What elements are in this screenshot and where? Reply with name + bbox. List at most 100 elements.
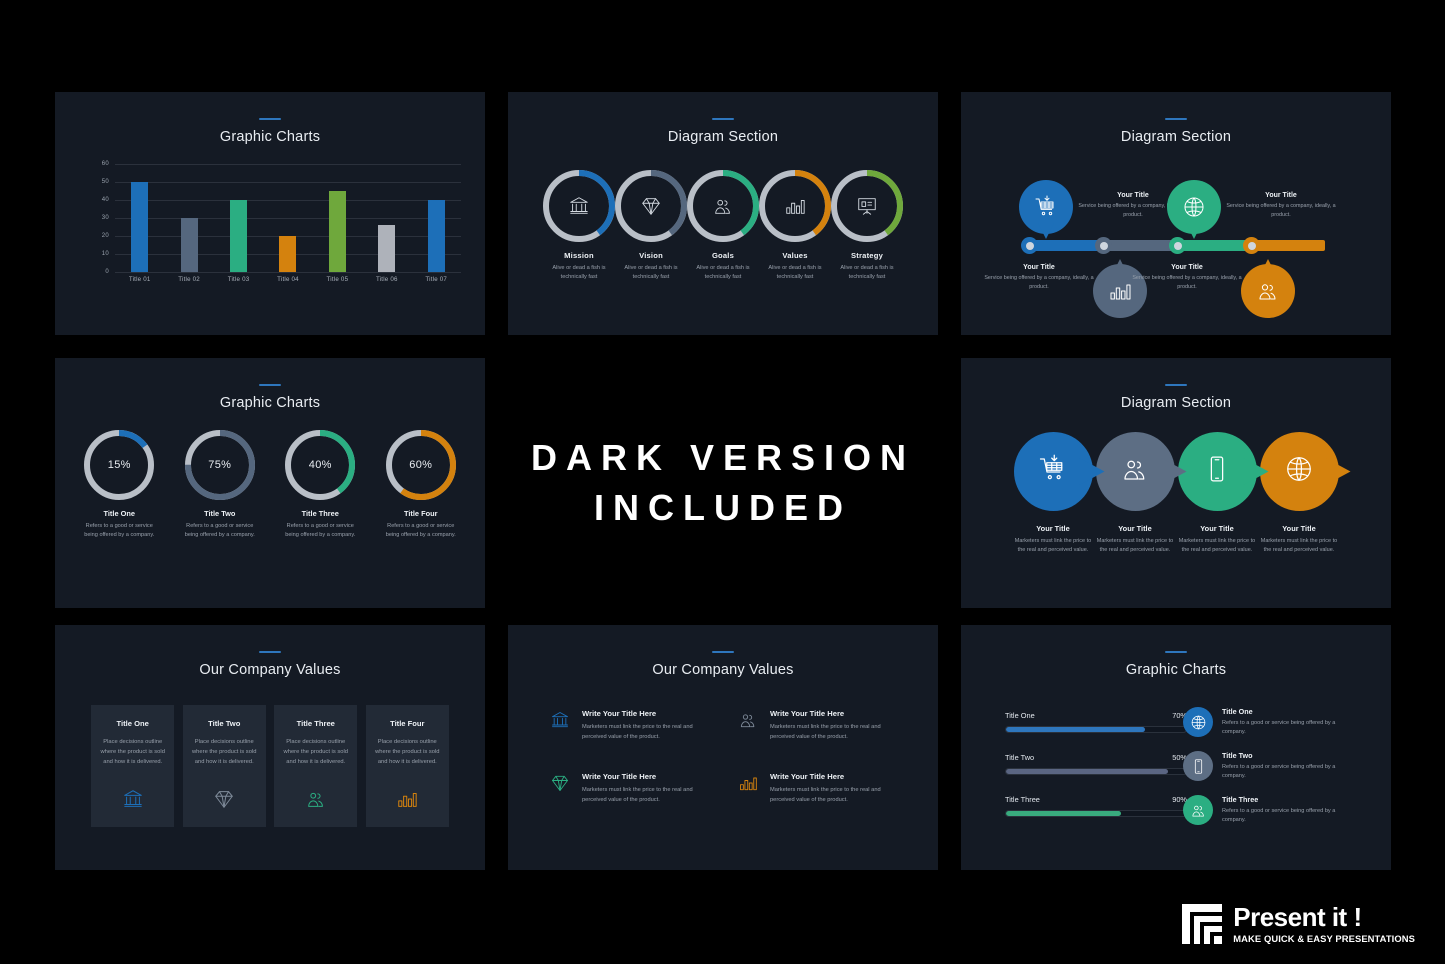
value-card[interactable]: Title Two Place decisions outline where … [182, 705, 266, 827]
progress-track[interactable] [1005, 810, 1187, 817]
timeline-caption: Your Title Service being offered by a co… [1131, 264, 1243, 291]
ring-list: Mission Alive or dead a fish is technica… [508, 170, 938, 281]
bar[interactable] [279, 236, 297, 272]
icon-list-item[interactable]: Title One Refers to a good or service be… [1183, 707, 1359, 737]
accent-rule [1165, 118, 1187, 120]
bar[interactable] [427, 200, 445, 272]
feature-item[interactable]: Write Your Title Here Marketers must lin… [550, 772, 716, 805]
chevron-description: Marketers must link the price to the rea… [1260, 538, 1338, 553]
timeline-balloon[interactable] [1019, 180, 1073, 234]
chevron-shape [1259, 432, 1339, 511]
chevron-item[interactable]: Your Title Marketers must link the price… [1094, 432, 1176, 555]
value-card[interactable]: Title Four Place decisions outline where… [365, 705, 449, 827]
logo-tagline: MAKE QUICK & EASY PRESENTATIONS [1233, 933, 1415, 944]
donut-value: 40% [308, 459, 332, 471]
timeline-node[interactable] [1095, 237, 1112, 254]
brand-logo: Present it ! MAKE QUICK & EASY PRESENTAT… [1180, 902, 1415, 946]
donut-item[interactable]: 40% Title Three Refers to a good or serv… [272, 430, 368, 540]
ring-graphic [543, 170, 615, 242]
donut-item[interactable]: 15% Title One Refers to a good or servic… [71, 430, 167, 540]
bar[interactable] [131, 182, 149, 272]
slide-diagram-rings[interactable]: Diagram Section Mission Alive or dead a … [508, 92, 938, 335]
ring-graphic [687, 170, 759, 242]
list-item-title: Title Three [1222, 795, 1259, 804]
donut-value: 60% [409, 459, 433, 471]
donut-item[interactable]: 60% Title Four Refers to a good or servi… [373, 430, 469, 540]
icon-list-item[interactable]: Title Two Refers to a good or service be… [1183, 751, 1359, 781]
chevron-title: Your Title [1200, 524, 1234, 533]
donut-list: 15% Title One Refers to a good or servic… [69, 430, 471, 540]
bank-icon [550, 709, 572, 735]
y-tick-label: 50 [101, 179, 109, 185]
value-card[interactable]: Title One Place decisions outline where … [91, 705, 175, 827]
progress-item: Title One 70% [1005, 711, 1187, 733]
timeline-balloon[interactable] [1241, 264, 1295, 318]
donut-item[interactable]: 75% Title Two Refers to a good or servic… [172, 430, 268, 540]
bar[interactable] [230, 200, 248, 272]
chevron-shape [1095, 432, 1175, 511]
y-tick-label: 0 [105, 269, 109, 275]
slide-graphic-charts-donuts[interactable]: Graphic Charts 15% Title One Refers to a… [55, 358, 485, 608]
timeline-description: Service being offered by a company, idea… [1226, 203, 1336, 218]
feature-title: Write Your Title Here [770, 709, 845, 718]
list-item-description: Refers to a good or service being offere… [1222, 808, 1336, 823]
timeline-title: Your Title [1023, 264, 1055, 271]
slide-header: Graphic Charts [55, 358, 485, 411]
grid-line [115, 272, 461, 273]
slide-company-values-cards[interactable]: Our Company Values Title One Place decis… [55, 625, 485, 870]
bar-chart: 60 50 40 30 20 10 0 Title 01 Title 02 Title 03 Ti… [85, 161, 461, 313]
timeline-balloon[interactable] [1167, 180, 1221, 234]
y-tick-label: 60 [101, 161, 109, 167]
accent-rule [1165, 651, 1187, 653]
diamond-icon [213, 776, 235, 815]
bar[interactable] [328, 191, 346, 272]
bar[interactable] [180, 218, 198, 272]
progress-track[interactable] [1005, 768, 1187, 775]
chevron-item[interactable]: Your Title Marketers must link the price… [1258, 432, 1340, 555]
y-tick-label: 20 [101, 233, 109, 239]
chevron-title: Your Title [1036, 524, 1070, 533]
progress-item: Title Two 50% [1005, 753, 1187, 775]
timeline-description: Service being offered by a company, idea… [1132, 275, 1242, 290]
feature-item[interactable]: Write Your Title Here Marketers must lin… [550, 709, 716, 742]
feature-list: Write Your Title Here Marketers must lin… [550, 709, 904, 806]
slide-company-values-features[interactable]: Our Company Values Write Your Title Here… [508, 625, 938, 870]
timeline-caption: Your Title Service being offered by a co… [983, 264, 1095, 291]
ring-description: Alive or dead a fish is technically fast [552, 265, 606, 280]
icon-list-item[interactable]: Title Three Refers to a good or service … [1183, 795, 1359, 825]
value-card-list: Title One Place decisions outline where … [91, 705, 449, 827]
y-tick-label: 30 [101, 215, 109, 221]
ring-item[interactable]: Strategy Alive or dead a fish is technic… [825, 170, 909, 281]
timeline-node[interactable] [1243, 237, 1260, 254]
bar[interactable] [378, 225, 396, 272]
slide-diagram-chevrons[interactable]: Diagram Section Your Title Marketers mus… [961, 358, 1391, 608]
page-title: Diagram Section [1120, 395, 1232, 411]
progress-track[interactable] [1005, 726, 1187, 733]
diamond-icon [615, 170, 687, 242]
value-card[interactable]: Title Three Place decisions outline wher… [274, 705, 358, 827]
x-tick-label: Title 02 [178, 276, 200, 283]
chevron-item[interactable]: Your Title Marketers must link the price… [1176, 432, 1258, 555]
timeline-node[interactable] [1021, 237, 1038, 254]
timeline-node[interactable] [1169, 237, 1186, 254]
slide-diagram-timeline[interactable]: Diagram Section Your Title Service being… [961, 92, 1391, 335]
ring-description: Alive or dead a fish is technically fast [696, 265, 750, 280]
slide-graphic-charts-progress[interactable]: Graphic Charts Title One 70% Title Two 5… [961, 625, 1391, 870]
cart-icon [1038, 454, 1068, 489]
card-title: Title Two [208, 719, 241, 728]
donut-description: Refers to a good or service being offere… [385, 523, 456, 538]
feature-item[interactable]: Write Your Title Here Marketers must lin… [738, 709, 904, 742]
timeline-segment [1177, 240, 1251, 251]
chevron-item[interactable]: Your Title Marketers must link the price… [1012, 432, 1094, 555]
progress-fill [1006, 727, 1145, 732]
page-title: Diagram Section [1120, 129, 1232, 145]
chevron-shape [1013, 432, 1093, 511]
progress-item: Title Three 90% [1005, 795, 1187, 817]
page-title: Our Company Values [199, 662, 341, 678]
people-icon [305, 776, 327, 815]
donut-graphic: 75% [184, 430, 255, 500]
bar-series [115, 164, 461, 272]
feature-description: Marketers must link the price to the rea… [582, 724, 693, 740]
feature-item[interactable]: Write Your Title Here Marketers must lin… [738, 772, 904, 805]
slide-graphic-charts-bar[interactable]: Graphic Charts 60 50 40 30 20 10 0 Title 01 Tit… [55, 92, 485, 335]
